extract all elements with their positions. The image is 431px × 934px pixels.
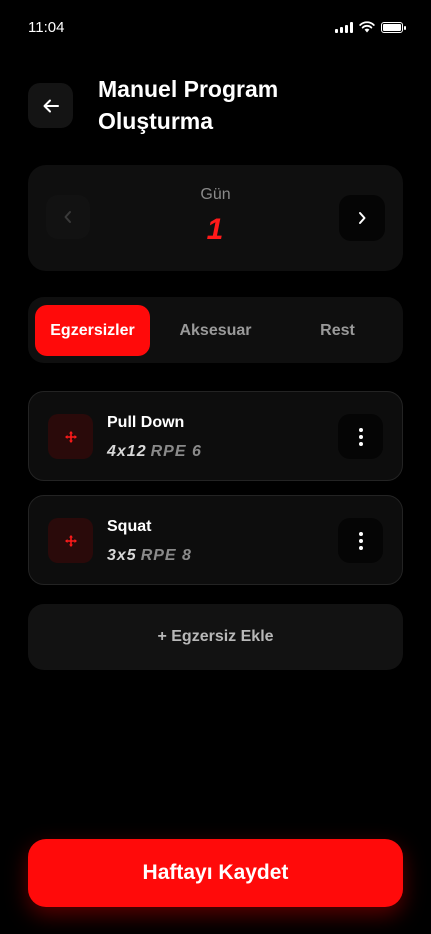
exercise-item[interactable]: Squat 3x5 RPE 8	[28, 495, 403, 585]
exercise-name: Pull Down	[107, 414, 185, 431]
arrow-left-icon	[43, 99, 59, 112]
exercise-sets: 3x5	[107, 547, 137, 564]
tab-aksesuar[interactable]: Aksesuar	[158, 305, 273, 356]
next-day-button[interactable]	[339, 195, 385, 241]
category-tabs: Egzersizler Aksesuar Rest	[28, 297, 403, 363]
status-icons	[335, 21, 406, 33]
drag-handle[interactable]	[48, 518, 93, 563]
exercise-prescription: 4x12 RPE 6	[107, 443, 202, 461]
signal-icon	[335, 21, 353, 33]
exercise-prescription: 3x5 RPE 8	[107, 547, 192, 565]
more-vertical-icon	[358, 427, 363, 446]
exercise-rpe: RPE 8	[140, 547, 192, 564]
exercise-rpe: RPE 6	[150, 443, 202, 460]
move-icon	[64, 430, 77, 443]
exercise-menu-button[interactable]	[338, 414, 383, 459]
save-week-button[interactable]: Haftayı Kaydet	[28, 839, 403, 907]
status-bar: 11:04	[0, 0, 431, 56]
tab-egzersizler[interactable]: Egzersizler	[35, 305, 150, 356]
back-button[interactable]	[28, 83, 73, 128]
day-selector: Gün 1	[28, 165, 403, 271]
page-title: Manuel Program Oluşturma	[98, 76, 279, 134]
battery-icon	[381, 21, 406, 33]
chevron-right-icon	[359, 212, 366, 224]
add-exercise-button[interactable]: + Egzersiz Ekle	[28, 604, 403, 670]
tab-rest[interactable]: Rest	[280, 305, 395, 356]
drag-handle[interactable]	[48, 414, 93, 459]
more-vertical-icon	[358, 531, 363, 550]
move-icon	[64, 534, 77, 547]
exercise-menu-button[interactable]	[338, 518, 383, 563]
exercise-name: Squat	[107, 518, 152, 535]
exercise-sets: 4x12	[107, 443, 147, 460]
exercise-item[interactable]: Pull Down 4x12 RPE 6	[28, 391, 403, 481]
wifi-icon	[359, 21, 375, 33]
status-time: 11:04	[28, 19, 65, 36]
